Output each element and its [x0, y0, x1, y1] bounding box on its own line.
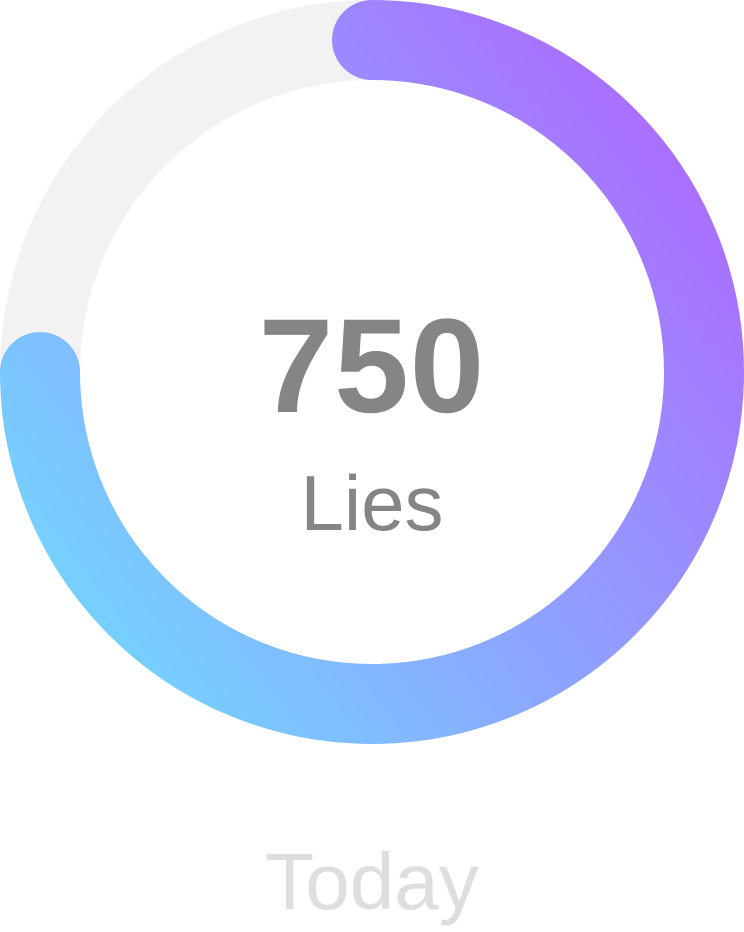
period-label: Today [265, 837, 479, 926]
lie-count-unit: Lies [300, 459, 444, 547]
lie-count: 750 [258, 292, 486, 441]
